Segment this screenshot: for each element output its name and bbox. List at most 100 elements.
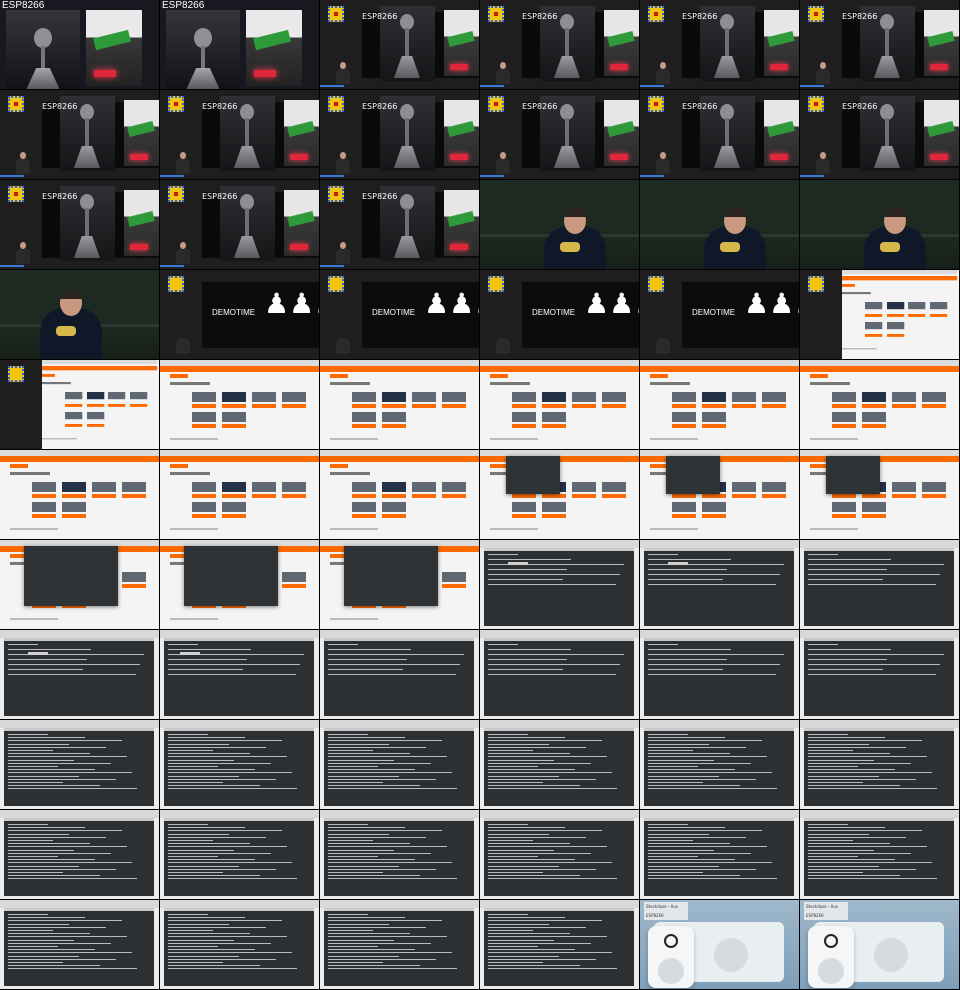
device-tile [865,322,883,330]
video-frame[interactable] [480,360,640,450]
video-frame[interactable]: ESP8266 [320,180,480,270]
terminal-line [488,584,616,585]
speaker-head [724,208,746,234]
video-frame[interactable] [640,810,800,900]
video-frame[interactable] [640,720,800,810]
video-frame[interactable] [320,720,480,810]
lamp-base [394,146,420,168]
terminal-tabs [4,908,154,911]
video-frame[interactable]: ESP8266 [0,0,160,90]
video-frame[interactable]: ESP8266 [640,90,800,180]
terminal-line [328,772,452,774]
terminal-line [648,846,767,848]
demo-title: DEMOTIME [372,308,416,317]
video-frame[interactable]: DEMOTIME ♟♟♟ [160,270,320,360]
video-frame[interactable] [480,540,640,630]
terminal-line [488,753,570,755]
terminal-line [488,569,567,570]
video-frame[interactable] [480,900,640,990]
video-frame[interactable] [480,630,640,720]
video-frame[interactable] [320,810,480,900]
board-image [86,10,142,86]
site-logo [650,374,668,378]
video-frame[interactable]: Steckdose - Aus ESP8266 [800,900,960,990]
video-frame[interactable] [480,720,640,810]
video-frame[interactable] [800,630,960,720]
board-image [444,10,479,76]
video-frame[interactable] [160,720,320,810]
toggle-button [672,404,696,408]
video-frame[interactable] [800,270,960,360]
video-frame[interactable]: ESP8266 [320,0,480,90]
video-frame[interactable]: ESP8266 [480,90,640,180]
video-frame[interactable]: ESP8266 [0,90,160,180]
led-glow [610,64,628,70]
video-frame[interactable] [0,630,160,720]
video-frame[interactable] [0,900,160,990]
device-tile [92,482,116,492]
video-frame[interactable]: DEMOTIME ♟♟♟ [320,270,480,360]
terminal-window [804,820,954,896]
video-frame[interactable]: ESP8266 [160,180,320,270]
video-frame[interactable] [160,810,320,900]
video-frame[interactable] [800,360,960,450]
terminal-line [808,584,936,585]
video-frame[interactable] [320,630,480,720]
terminal-line [168,939,234,941]
device-tile [65,412,83,420]
video-frame[interactable] [160,630,320,720]
terminal-line [648,865,719,867]
video-frame[interactable] [640,450,800,540]
terminal-line [488,843,570,845]
video-frame[interactable]: ESP8266 [160,0,320,90]
terminal-line [8,962,63,963]
video-frame[interactable] [320,360,480,450]
video-frame[interactable]: ESP8266 [800,90,960,180]
video-frame[interactable]: ESP8266 [480,0,640,90]
video-frame[interactable]: Steckdose - Aus ESP8266 [640,900,800,990]
video-frame[interactable]: ESP8266 [800,0,960,90]
video-frame[interactable] [640,540,800,630]
terminal-window [344,546,438,606]
video-frame[interactable] [160,540,320,630]
video-frame[interactable]: DEMOTIME ♟♟♟ [480,270,640,360]
video-frame[interactable] [320,900,480,990]
video-frame[interactable] [160,360,320,450]
video-frame[interactable] [480,810,640,900]
video-frame[interactable] [640,180,800,270]
video-frame[interactable] [800,540,960,630]
video-frame[interactable] [640,630,800,720]
video-frame[interactable] [160,900,320,990]
video-frame[interactable] [640,360,800,450]
video-frame[interactable] [0,540,160,630]
video-frame[interactable] [320,540,480,630]
video-frame[interactable]: ESP8266 [160,90,320,180]
terminal-line [808,756,927,758]
video-frame[interactable] [0,720,160,810]
video-frame[interactable] [0,270,160,360]
terminal-line [648,852,751,854]
video-frame[interactable] [800,720,960,810]
progress-bar [640,85,664,87]
video-frame[interactable] [800,450,960,540]
video-frame[interactable] [0,360,160,450]
device-tile [602,482,626,492]
video-frame[interactable] [480,180,640,270]
window-titlebar [800,720,959,728]
terminal-line [8,778,116,780]
video-frame[interactable] [0,450,160,540]
video-frame[interactable] [800,810,960,900]
toggle-button [222,514,246,518]
video-frame[interactable]: DEMOTIME ♟♟♟ [640,270,800,360]
video-frame[interactable]: ESP8266 [0,180,160,270]
video-frame[interactable] [0,810,160,900]
text-selection [180,652,200,655]
terminal-line [328,753,410,755]
video-frame[interactable]: ESP8266 [640,0,800,90]
video-frame[interactable]: ESP8266 [320,90,480,180]
video-frame[interactable] [160,450,320,540]
video-frame[interactable] [320,450,480,540]
window-titlebar [800,810,959,818]
video-frame[interactable] [800,180,960,270]
video-frame[interactable] [480,450,640,540]
